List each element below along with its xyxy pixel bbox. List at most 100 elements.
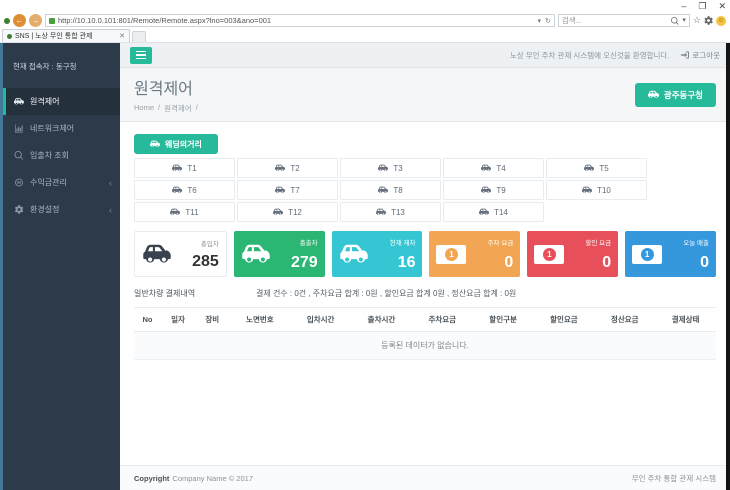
sidebar-item-label: 원격제어: [30, 96, 59, 107]
stat-card-total-out: 총출차 279: [234, 231, 325, 277]
welcome-message: 노상 무인 주차 관제 시스템에 오신것을 환영합니다.: [510, 50, 670, 61]
terminal-button-t10[interactable]: T10: [546, 180, 647, 200]
window-controls: – ❐ ✕: [681, 0, 726, 12]
sidebar-item-remote-control[interactable]: 원격제어: [3, 88, 120, 115]
terminal-button-t2[interactable]: T2: [237, 158, 338, 178]
sidebar-item-network-control[interactable]: 네트워크제어: [3, 115, 120, 142]
copyright-bold: Copyright: [134, 474, 169, 483]
breadcrumb-separator: /: [158, 103, 160, 114]
office-button[interactable]: 광주동구청: [635, 83, 716, 107]
stats-row: 총입차 285 총출차 279 현재 재차: [134, 231, 716, 277]
col-discount-fee: 할인요금: [534, 308, 595, 332]
stat-value: 0: [504, 255, 513, 271]
money-bill-icon: 1: [632, 245, 662, 264]
coin-digit: 1: [543, 248, 556, 261]
terminal-label: T11: [185, 208, 198, 217]
car-icon: [378, 186, 388, 194]
sidebar-item-label: 네트워크제어: [30, 123, 74, 134]
stat-label: 할인 요금: [585, 237, 611, 247]
sidebar-item-label: 수익금관리: [30, 177, 67, 188]
car-icon: [479, 208, 489, 216]
col-device: 장비: [195, 308, 229, 332]
terminal-label: T9: [496, 186, 505, 195]
car-icon: [339, 243, 369, 265]
terminal-button-t7[interactable]: T7: [237, 180, 338, 200]
stat-label: 총출차: [300, 237, 318, 247]
logout-button[interactable]: 로그아웃: [681, 50, 720, 61]
col-date: 일자: [161, 308, 195, 332]
app-root: 현재 접속자 : 동구청 원격제어 네트워크제어 입출차 조회 수익금관리: [0, 43, 730, 490]
terminal-label: T2: [290, 164, 299, 173]
address-bar: ← → http://10.10.0.101:801/Remote/Remote…: [0, 12, 730, 29]
stat-label: 현재 재차: [390, 237, 416, 247]
feedback-smiley-icon[interactable]: ☺: [716, 16, 726, 26]
refresh-icon[interactable]: ↻: [545, 17, 551, 25]
url-field[interactable]: http://10.10.0.101:801/Remote/Remote.asp…: [45, 14, 555, 27]
menu-toggle-button[interactable]: [130, 47, 152, 64]
maximize-button[interactable]: ❐: [698, 0, 706, 12]
stat-value: 279: [291, 255, 318, 271]
stat-value: 0: [602, 255, 611, 271]
car-icon: [172, 186, 182, 194]
close-button[interactable]: ✕: [718, 0, 726, 12]
favorites-icon[interactable]: ☆: [693, 16, 701, 25]
autocomplete-dropdown-icon[interactable]: ▾: [538, 17, 542, 25]
terminal-grid: T1 T2 T3 T4 T5 T6 T7 T8 T9 T10 T11 T12 T…: [134, 158, 716, 222]
tab-close-icon[interactable]: ✕: [119, 32, 125, 40]
stat-card-currently-parked: 현재 재차 16: [332, 231, 423, 277]
search-dropdown-icon[interactable]: ▾: [682, 17, 686, 24]
forward-button[interactable]: →: [29, 14, 42, 27]
car-icon: [376, 208, 386, 216]
terminal-button-t9[interactable]: T9: [443, 180, 544, 200]
main-area: 노상 무인 주차 관제 시스템에 오신것을 환영합니다. 로그아웃 원격제어 H…: [120, 43, 730, 490]
browser-tab[interactable]: SNS | 노상 무인 통합 관제 ✕: [2, 29, 130, 42]
terminal-button-t5[interactable]: T5: [546, 158, 647, 178]
car-icon: [273, 208, 283, 216]
copyright-text: Company Name © 2017: [172, 474, 253, 483]
search-icon[interactable]: [671, 17, 679, 25]
terminal-label: T6: [187, 186, 196, 195]
sidebar-item-label: 환경설정: [30, 204, 59, 215]
sidebar-item-settings[interactable]: 환경설정 ‹: [3, 196, 120, 223]
terminal-label: T12: [288, 208, 302, 217]
stat-card-total-in: 총입차 285: [134, 231, 227, 277]
terminal-button-t11[interactable]: T11: [134, 202, 235, 222]
car-icon: [14, 97, 24, 106]
browser-search-input[interactable]: [562, 16, 668, 25]
car-icon: [378, 164, 388, 172]
tab-title: SNS | 노상 무인 통합 관제: [15, 31, 116, 41]
sidebar-item-revenue-management[interactable]: 수익금관리 ‹: [3, 169, 120, 196]
col-discount-type: 할인구분: [473, 308, 534, 332]
terminal-label: T8: [393, 186, 402, 195]
office-button-label: 광주동구청: [664, 89, 703, 101]
sidebar-item-entry-exit-lookup[interactable]: 입출차 조회: [3, 142, 120, 169]
system-name: 무인 주차 통합 관제 시스템: [632, 473, 716, 484]
breadcrumb-separator: /: [196, 103, 198, 114]
terminal-button-t1[interactable]: T1: [134, 158, 235, 178]
stat-value: 0: [700, 255, 709, 271]
back-button[interactable]: ←: [13, 14, 26, 27]
tab-bar: SNS | 노상 무인 통합 관제 ✕: [0, 29, 730, 43]
lot-button[interactable]: 웨딩의거리: [134, 134, 218, 154]
breadcrumb-home[interactable]: Home: [134, 103, 154, 114]
lot-button-label: 웨딩의거리: [165, 139, 202, 150]
stat-label: 주차 요금: [488, 237, 514, 247]
car-icon: [170, 208, 180, 216]
terminal-button-t13[interactable]: T13: [340, 202, 441, 222]
terminal-label: T14: [494, 208, 508, 217]
terminal-label: T5: [599, 164, 608, 173]
col-no: No: [134, 308, 161, 332]
top-navbar: 노상 무인 주차 관제 시스템에 오신것을 환영합니다. 로그아웃: [120, 43, 730, 68]
settings-gear-icon[interactable]: [704, 16, 713, 25]
terminal-button-t6[interactable]: T6: [134, 180, 235, 200]
terminal-button-t8[interactable]: T8: [340, 180, 441, 200]
stat-card-discount-fee: 1 할인 요금 0: [527, 231, 618, 277]
terminal-button-t14[interactable]: T14: [443, 202, 544, 222]
terminal-button-t4[interactable]: T4: [443, 158, 544, 178]
car-icon: [582, 186, 592, 194]
copyright: CopyrightCompany Name © 2017: [134, 474, 253, 483]
minimize-button[interactable]: –: [681, 0, 686, 12]
new-tab-button[interactable]: [132, 31, 146, 42]
terminal-button-t3[interactable]: T3: [340, 158, 441, 178]
terminal-button-t12[interactable]: T12: [237, 202, 338, 222]
